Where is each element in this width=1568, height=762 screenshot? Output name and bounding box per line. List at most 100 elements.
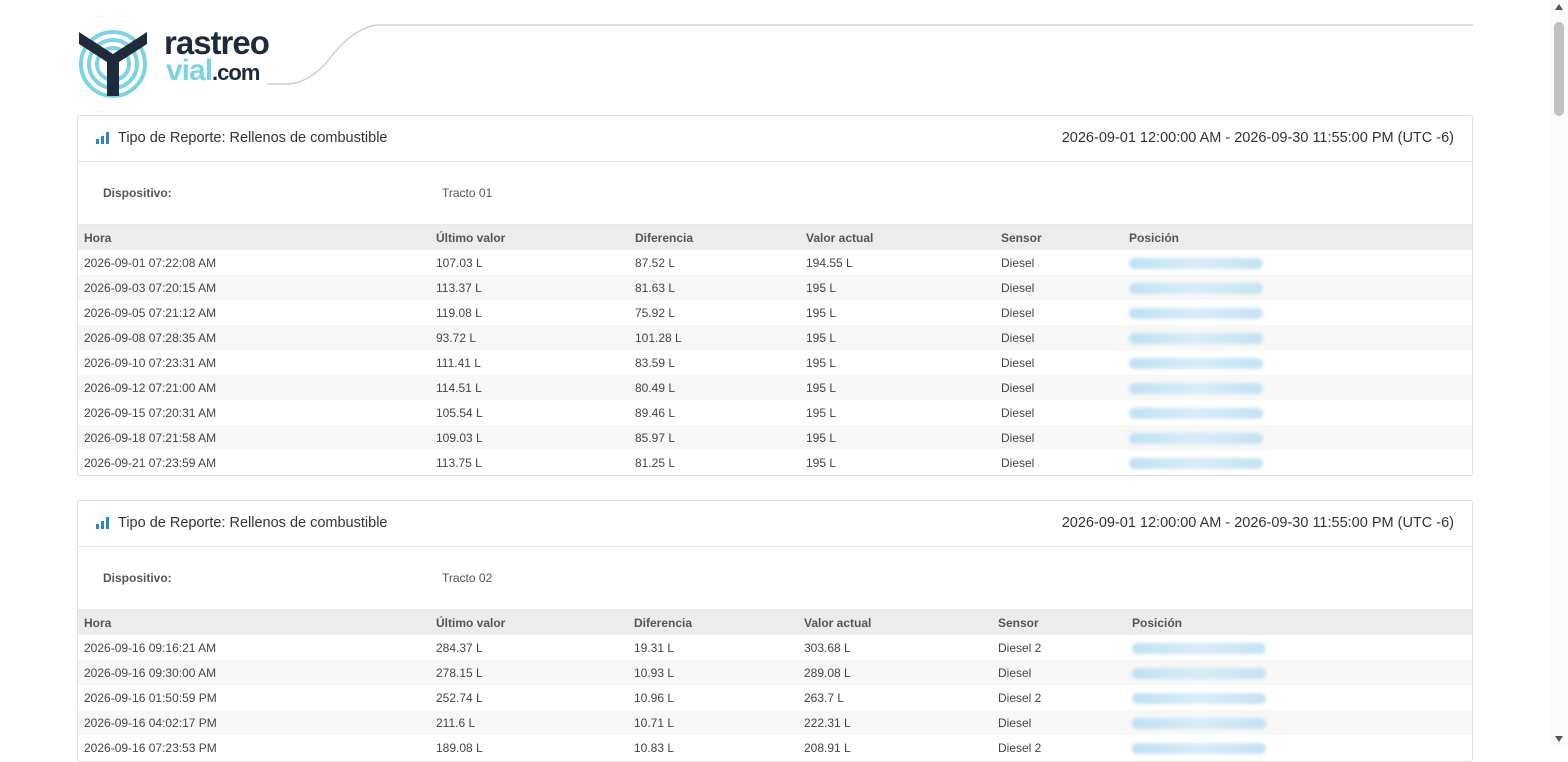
cell-posicion[interactable] (1126, 710, 1472, 735)
cell-posicion[interactable] (1123, 425, 1472, 450)
column-header-sensor: Sensor (992, 610, 1126, 635)
report-panel-2: Tipo de Reporte: Rellenos de combustible… (77, 500, 1473, 762)
cell-hora: 2026-09-21 07:23:59 AM (84, 455, 217, 470)
report-title-text: Tipo de Reporte: Rellenos de combustible (118, 130, 388, 146)
table-header-row: Hora Último valor Diferencia Valor actua… (78, 225, 1472, 250)
table-row: 2026-09-12 07:21:00 AM 114.51 L 80.49 L 195… (78, 375, 1472, 400)
cell-valor-actual: 195 L (800, 275, 995, 300)
cell-posicion[interactable] (1123, 400, 1472, 425)
position-link-redacted[interactable] (1129, 432, 1263, 444)
cell-posicion[interactable] (1126, 685, 1472, 710)
cell-sensor: Diesel (1001, 405, 1035, 420)
cell-posicion[interactable] (1123, 250, 1472, 275)
cell-posicion[interactable] (1126, 660, 1472, 685)
position-link-redacted[interactable] (1129, 282, 1263, 294)
cell-ultimo-valor: 111.41 L (436, 355, 481, 370)
table-row: 2026-09-03 07:20:15 AM 113.37 L 81.63 L 195… (78, 275, 1472, 300)
column-header-hora: Hora (78, 610, 430, 635)
cell-posicion[interactable] (1123, 375, 1472, 400)
cell-hora: 2026-09-10 07:23:31 AM (84, 355, 217, 370)
position-link-redacted[interactable] (1129, 257, 1263, 269)
cell-hora: 2026-09-15 07:20:31 AM (84, 405, 217, 420)
vertical-scrollbar[interactable] (1551, 0, 1568, 746)
position-link-redacted[interactable] (1129, 332, 1263, 344)
cell-sensor: Diesel (992, 660, 1126, 685)
position-link-redacted[interactable] (1132, 667, 1266, 679)
table-row: 2026-09-16 04:02:17 PM 211.6 L 10.71 L 222.… (78, 710, 1472, 735)
position-link-redacted[interactable] (1129, 357, 1263, 369)
cell-ultimo-valor: 114.51 L (430, 375, 629, 400)
table-row: 2026-09-01 07:22:08 AM 107.03 L 87.52 L 194… (78, 250, 1472, 275)
cell-ultimo-valor: 189.08 L (436, 740, 483, 755)
position-link-redacted[interactable] (1132, 692, 1266, 704)
table-row: 2026-09-21 07:23:59 AM 113.75 L 81.25 L 195… (78, 450, 1472, 475)
cell-valor-actual: 289.08 L (798, 660, 992, 685)
cell-ultimo-valor: 284.37 L (436, 640, 483, 655)
table-row: 2026-09-08 07:28:35 AM 93.72 L 101.28 L 195… (78, 325, 1472, 350)
cell-ultimo-valor: 211.6 L (430, 710, 628, 735)
position-link-redacted[interactable] (1129, 307, 1263, 319)
cell-diferencia: 10.96 L (634, 690, 675, 705)
cell-posicion[interactable] (1123, 350, 1472, 375)
cell-valor-actual: 195 L (806, 405, 837, 420)
cell-posicion[interactable] (1123, 275, 1472, 300)
scroll-down-arrow-icon[interactable] (1555, 736, 1563, 742)
cell-posicion[interactable] (1126, 735, 1472, 760)
cell-posicion[interactable] (1123, 300, 1472, 325)
fuel-refill-table: Hora Último valor Diferencia Valor actua… (78, 610, 1472, 760)
scrollbar-thumb[interactable] (1554, 22, 1564, 116)
cell-posicion[interactable] (1126, 635, 1472, 660)
column-header-hora: Hora (78, 225, 430, 250)
table-row: 2026-09-16 09:16:21 AM 284.37 L 19.31 L 303… (78, 635, 1472, 660)
cell-diferencia: 80.49 L (629, 375, 800, 400)
cell-hora: 2026-09-08 07:28:35 AM (78, 325, 430, 350)
cell-sensor: Diesel (995, 325, 1123, 350)
cell-hora: 2026-09-16 04:02:17 PM (78, 710, 430, 735)
position-link-redacted[interactable] (1129, 457, 1263, 469)
cell-hora: 2026-09-16 01:50:59 PM (84, 690, 217, 705)
cell-valor-actual: 195 L (800, 325, 995, 350)
cell-diferencia: 81.25 L (635, 455, 676, 470)
column-header-ultimo-valor: Último valor (430, 225, 629, 250)
device-value: Tracto 02 (442, 571, 493, 585)
cell-posicion[interactable] (1123, 325, 1472, 350)
cell-hora: 2026-09-12 07:21:00 AM (78, 375, 430, 400)
cell-ultimo-valor: 93.72 L (430, 325, 629, 350)
cell-diferencia: 10.71 L (628, 710, 798, 735)
cell-valor-actual: 194.55 L (806, 255, 853, 270)
report-header: Tipo de Reporte: Rellenos de combustible… (78, 501, 1472, 547)
company-logo: rastreo vial.com (77, 24, 277, 98)
device-label: Dispositivo: (103, 186, 172, 200)
cell-valor-actual: 195 L (806, 455, 837, 470)
table-row: 2026-09-16 01:50:59 PM 252.74 L 10.96 L 263… (78, 685, 1472, 710)
position-link-redacted[interactable] (1132, 642, 1266, 654)
scroll-up-arrow-icon[interactable] (1555, 4, 1563, 10)
position-link-redacted[interactable] (1132, 717, 1266, 729)
position-link-redacted[interactable] (1129, 382, 1263, 394)
cell-valor-actual: 303.68 L (804, 640, 851, 655)
cell-ultimo-valor: 113.75 L (436, 455, 482, 470)
logo-text-dotcom: .com (212, 60, 260, 85)
cell-hora: 2026-09-01 07:22:08 AM (84, 255, 217, 270)
bar-chart-icon (96, 132, 110, 144)
logo-mark-icon (79, 30, 147, 98)
cell-diferencia: 89.46 L (635, 405, 676, 420)
position-link-redacted[interactable] (1132, 742, 1266, 754)
cell-diferencia: 85.97 L (629, 425, 800, 450)
cell-sensor: Diesel (1001, 455, 1035, 470)
column-header-posicion: Posición (1126, 610, 1472, 635)
cell-ultimo-valor: 107.03 L (436, 255, 483, 270)
bar-chart-icon (96, 517, 110, 529)
cell-posicion[interactable] (1123, 450, 1472, 475)
position-link-redacted[interactable] (1129, 407, 1263, 419)
cell-ultimo-valor: 252.74 L (436, 690, 483, 705)
cell-diferencia: 19.31 L (634, 640, 675, 655)
cell-diferencia: 83.59 L (635, 355, 676, 370)
logo-text-vial: vial.com (166, 54, 260, 88)
cell-sensor: Diesel (995, 375, 1123, 400)
cell-ultimo-valor: 109.03 L (430, 425, 629, 450)
report-header: Tipo de Reporte: Rellenos de combustible… (78, 116, 1472, 162)
cell-sensor: Diesel (992, 710, 1126, 735)
cell-hora: 2026-09-03 07:20:15 AM (78, 275, 430, 300)
column-header-ultimo-valor: Último valor (430, 610, 628, 635)
